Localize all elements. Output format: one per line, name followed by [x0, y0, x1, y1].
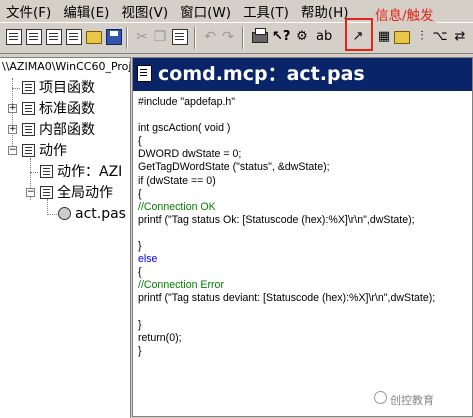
code-line: } [138, 240, 142, 253]
compile-icon[interactable]: ⚙ [294, 29, 310, 45]
function-icon [22, 102, 35, 115]
toolbar-separator [242, 27, 244, 49]
action-file-icon [58, 207, 71, 220]
action-folder-icon [40, 165, 53, 178]
code-line: { [138, 187, 142, 200]
code-line: DWORD dwState = 0; [138, 148, 242, 161]
code-area[interactable]: #include "apdefap.h" int gscAction( void … [138, 96, 468, 358]
code-line: } [138, 344, 142, 357]
connect-icon[interactable]: ⇄ [452, 29, 468, 45]
toolbar-separator [194, 27, 196, 49]
code-line: { [138, 266, 142, 279]
info-trigger-annotation: 信息/触发 [373, 4, 436, 24]
tree-item-local-actions[interactable]: 动作：AZI [28, 162, 122, 182]
code-line: //Connection Error [138, 279, 224, 292]
editor-title-bar: comd.mcp：act.pas [133, 58, 472, 91]
project-tree: \\AZIMA0\WinCC60_Projec 项目函数 + 标准函数 + 内部… [0, 57, 131, 418]
new-file-icon[interactable] [66, 29, 82, 45]
menu-edit[interactable]: 编辑(E) [57, 1, 115, 21]
watermark-logo-icon [374, 391, 387, 404]
action-folder-icon [22, 144, 35, 157]
tree-item-act-pas[interactable]: act.pas [47, 204, 126, 224]
tree-item-standard-functions[interactable]: 标准函数 [8, 99, 95, 119]
save-icon[interactable] [106, 29, 122, 45]
code-line: GetTagDWordState ("status", &dwState); [138, 161, 330, 174]
toolbar-separator [126, 27, 128, 49]
code-line: else [138, 253, 158, 266]
menu-window[interactable]: 窗口(W) [174, 1, 237, 21]
code-line: { [138, 135, 142, 148]
tree-item-project-functions[interactable]: 项目函数 [8, 78, 95, 98]
cut-icon[interactable]: ✂ [134, 29, 150, 45]
paste-icon[interactable] [172, 29, 188, 45]
function-icon [22, 81, 35, 94]
tree-item-global-actions[interactable]: 全局动作 [28, 183, 113, 203]
language-icon[interactable]: ab [316, 29, 332, 45]
code-line: //Connection OK [138, 200, 216, 213]
function-icon [22, 123, 35, 136]
new-function-icon[interactable] [26, 29, 42, 45]
code-line: } [138, 318, 142, 331]
toolbar: ✂ ❐ ↶ ↷ ↖? ⚙ ab ↗ ▦ ⫶ ⌥ ⇄ [0, 22, 473, 54]
new-action-icon[interactable] [46, 29, 62, 45]
tree-icon[interactable]: ⫶ [414, 29, 430, 45]
link-icon[interactable]: ⌥ [432, 29, 448, 45]
menu-view[interactable]: 视图(V) [115, 1, 174, 21]
undo-icon[interactable]: ↶ [202, 29, 218, 45]
editor-title: comd.mcp：act.pas [158, 63, 365, 85]
menu-tools[interactable]: 工具(T) [237, 1, 295, 21]
new-project-icon[interactable] [6, 29, 22, 45]
code-line: printf ("Tag status Ok: [Statuscode (hex… [138, 213, 415, 226]
menu-file[interactable]: 文件(F) [0, 1, 57, 21]
code-line: #include "apdefap.h" [138, 96, 236, 108]
print-icon[interactable] [252, 28, 268, 43]
tag-icon[interactable]: ▦ [376, 29, 392, 45]
document-icon [137, 65, 152, 82]
code-line: if (dwState == 0) [138, 174, 216, 187]
code-line: return(0); [138, 331, 182, 344]
code-line: printf ("Tag status deviant: [Statuscode… [138, 292, 436, 305]
folder-icon[interactable] [394, 31, 410, 44]
code-editor-window: comd.mcp：act.pas #include "apdefap.h" int… [132, 57, 473, 417]
action-folder-icon [40, 186, 53, 199]
tree-root[interactable]: \\AZIMA0\WinCC60_Projec [2, 60, 130, 73]
copy-icon[interactable]: ❐ [152, 29, 168, 45]
code-line: int gscAction( void ) [138, 122, 231, 135]
watermark: 创控教育 [390, 394, 434, 407]
open-folder-icon[interactable] [86, 31, 102, 44]
info-trigger-highlight [345, 18, 373, 51]
tree-item-internal-functions[interactable]: 内部函数 [8, 120, 95, 140]
context-help-icon[interactable]: ↖? [272, 29, 290, 45]
redo-icon[interactable]: ↷ [220, 29, 236, 45]
tree-item-actions[interactable]: 动作 [8, 141, 67, 161]
